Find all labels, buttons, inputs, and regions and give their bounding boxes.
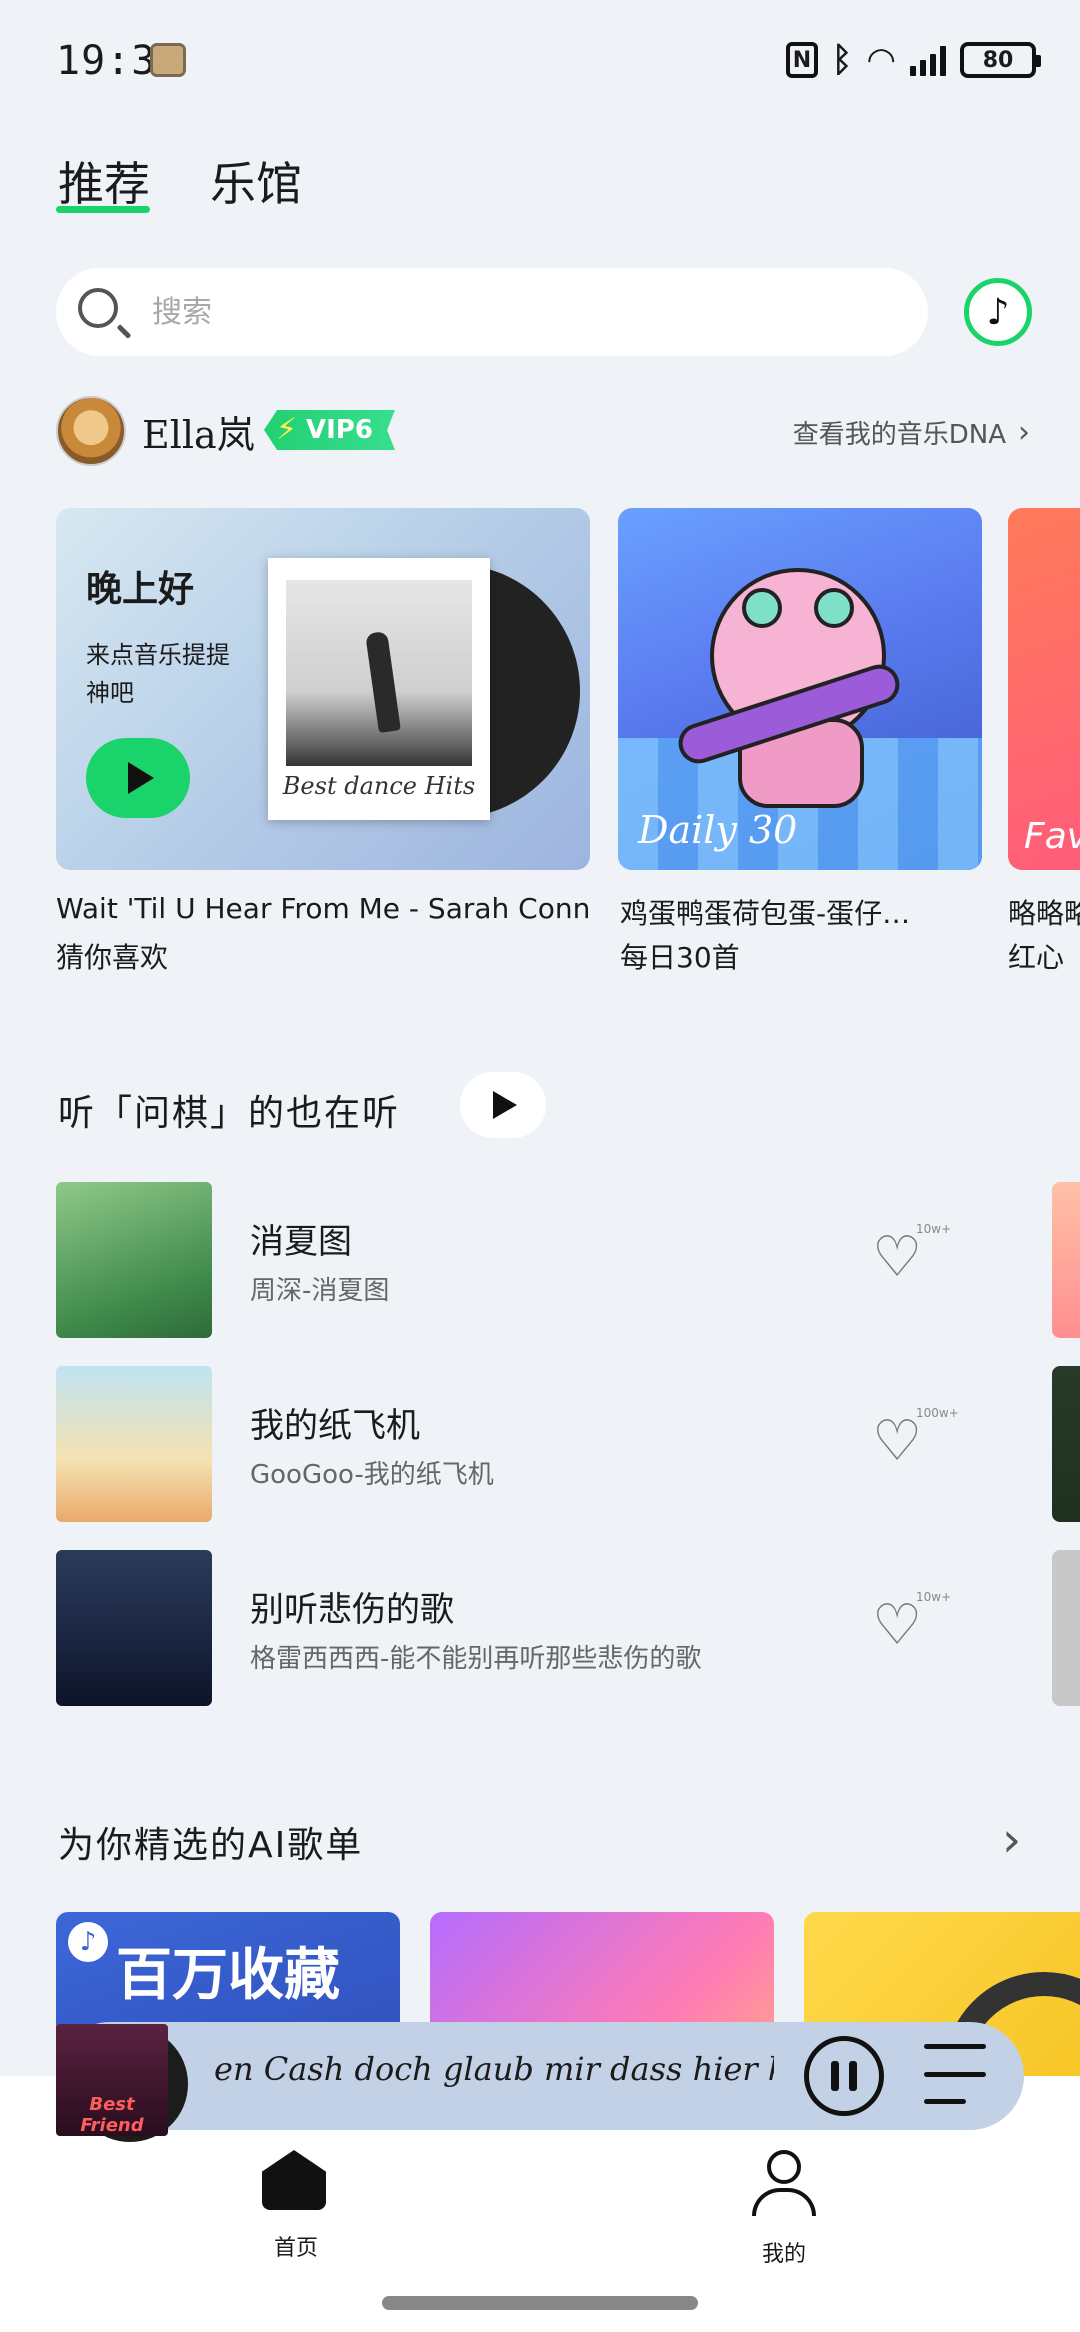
- battery-icon: 80: [960, 42, 1041, 78]
- song-row[interactable]: 别听悲伤的歌 格雷西西西-能不能别再听那些悲伤的歌 ♡ 10w+: [56, 1550, 1036, 1706]
- nav-mine[interactable]: 我的: [744, 2150, 824, 2268]
- card-1-title: Wait 'Til U Hear From Me - Sarah Connor: [56, 892, 590, 925]
- favorites-card[interactable]: Fav: [1008, 508, 1080, 870]
- playlist-label: 百万收藏: [116, 1943, 340, 2008]
- nav-home[interactable]: 首页: [262, 2150, 334, 2262]
- person-icon: [767, 2150, 801, 2184]
- bluetooth-icon: ᛒ: [831, 40, 853, 80]
- music-dna-link[interactable]: 查看我的音乐DNA ›: [793, 414, 1030, 451]
- now-playing-lyric[interactable]: en Cash doch glaub mir dass hier keiner …: [214, 2050, 774, 2088]
- pause-icon: [831, 2061, 839, 2091]
- also-listening-title: 听「问棋」的也在听: [58, 1093, 401, 1134]
- now-playing-cover[interactable]: Best Friend: [56, 2024, 168, 2136]
- search-icon: [78, 288, 132, 339]
- heart-icon[interactable]: ♡: [872, 1598, 922, 1654]
- next-page-cover: [1052, 1182, 1080, 1338]
- daily-30-card[interactable]: Daily 30: [618, 508, 982, 870]
- card-1-subtitle: 猜你喜欢: [56, 941, 169, 974]
- ai-playlists-title: 为你精选的AI歌单: [58, 1825, 364, 1866]
- greeting: 晚上好: [86, 569, 195, 610]
- chevron-right-icon[interactable]: ›: [1002, 1812, 1021, 1868]
- chevron-right-icon: ›: [1018, 415, 1030, 450]
- next-page-cover: [1052, 1366, 1080, 1522]
- username: Ella岚: [142, 413, 255, 457]
- play-icon: [128, 762, 154, 794]
- app-logo-icon: ♪: [68, 1922, 108, 1962]
- signal-icon: [910, 44, 946, 76]
- play-button[interactable]: [86, 738, 190, 818]
- album-polaroid: Best dance Hits: [268, 558, 490, 820]
- card-3-title: 略略略: [1008, 897, 1080, 930]
- now-playing-cover-text: Best Friend: [80, 2094, 144, 2136]
- song-cover: [56, 1366, 212, 1522]
- song-artist: 周深-消夏图: [250, 1276, 390, 1306]
- next-page-cover: [1052, 1550, 1080, 1706]
- guess-you-like-card[interactable]: 晚上好 来点音乐提提神吧 Best dance Hits: [56, 508, 590, 870]
- home-icon: [262, 2150, 326, 2210]
- search-bar[interactable]: [56, 268, 928, 356]
- nav-mine-label: 我的: [761, 2242, 806, 2267]
- song-row[interactable]: 消夏图 周深-消夏图 ♡ 10w+: [56, 1182, 1036, 1338]
- nfc-icon: N: [785, 42, 818, 78]
- card-2-subtitle: 每日30首: [620, 941, 740, 974]
- greeting-subtitle: 来点音乐提提神吧: [86, 641, 230, 707]
- song-title: 消夏图: [250, 1222, 352, 1262]
- wifi-icon: ◠: [866, 40, 896, 80]
- heart-icon[interactable]: ♡: [872, 1414, 922, 1470]
- tab-recommend[interactable]: 推荐: [58, 148, 150, 214]
- play-all-button[interactable]: [460, 1072, 546, 1138]
- pause-button[interactable]: [804, 2036, 884, 2116]
- music-dna-label: 查看我的音乐DNA: [792, 420, 1006, 450]
- album-photo: [286, 580, 472, 766]
- song-row[interactable]: 我的纸飞机 GooGoo-我的纸飞机 ♡ 100w+: [56, 1366, 1036, 1522]
- heart-icon[interactable]: ♡: [872, 1230, 922, 1286]
- like-count: 10w+: [916, 1222, 952, 1236]
- avatar[interactable]: [56, 396, 126, 466]
- music-note-icon: ♪: [986, 291, 1010, 333]
- like-count: 100w+: [916, 1406, 959, 1420]
- like-count: 10w+: [916, 1590, 952, 1604]
- status-icons: N ᛒ ◠ 80: [785, 40, 1041, 80]
- music-recognition-button[interactable]: ♪: [964, 278, 1032, 346]
- song-cover: [56, 1182, 212, 1338]
- playlist-queue-button[interactable]: [924, 2044, 986, 2104]
- tab-music-hall[interactable]: 乐馆: [210, 148, 302, 214]
- song-title: 我的纸飞机: [250, 1406, 420, 1446]
- tab-active-indicator: [56, 206, 150, 213]
- battery-level: 80: [982, 47, 1014, 73]
- song-title: 别听悲伤的歌: [250, 1590, 454, 1630]
- polaroid-caption: Best dance Hits: [282, 772, 476, 800]
- card-2-title: 鸡蛋鸭蛋荷包蛋-蛋仔…: [620, 897, 911, 930]
- card-3-subtitle: 红心: [1008, 941, 1065, 974]
- favorites-label: Fav: [1024, 816, 1080, 857]
- search-input[interactable]: [152, 294, 752, 330]
- lightning-icon: ⚡: [276, 412, 298, 447]
- nav-home-label: 首页: [273, 2236, 318, 2261]
- song-artist: 格雷西西西-能不能别再听那些悲伤的歌: [250, 1644, 702, 1674]
- song-artist: GooGoo-我的纸飞机: [250, 1460, 494, 1490]
- daily-30-label: Daily 30: [638, 808, 798, 852]
- song-cover: [56, 1550, 212, 1706]
- message-notification-icon: [150, 43, 186, 77]
- play-icon: [493, 1091, 517, 1119]
- home-indicator[interactable]: [382, 2296, 698, 2310]
